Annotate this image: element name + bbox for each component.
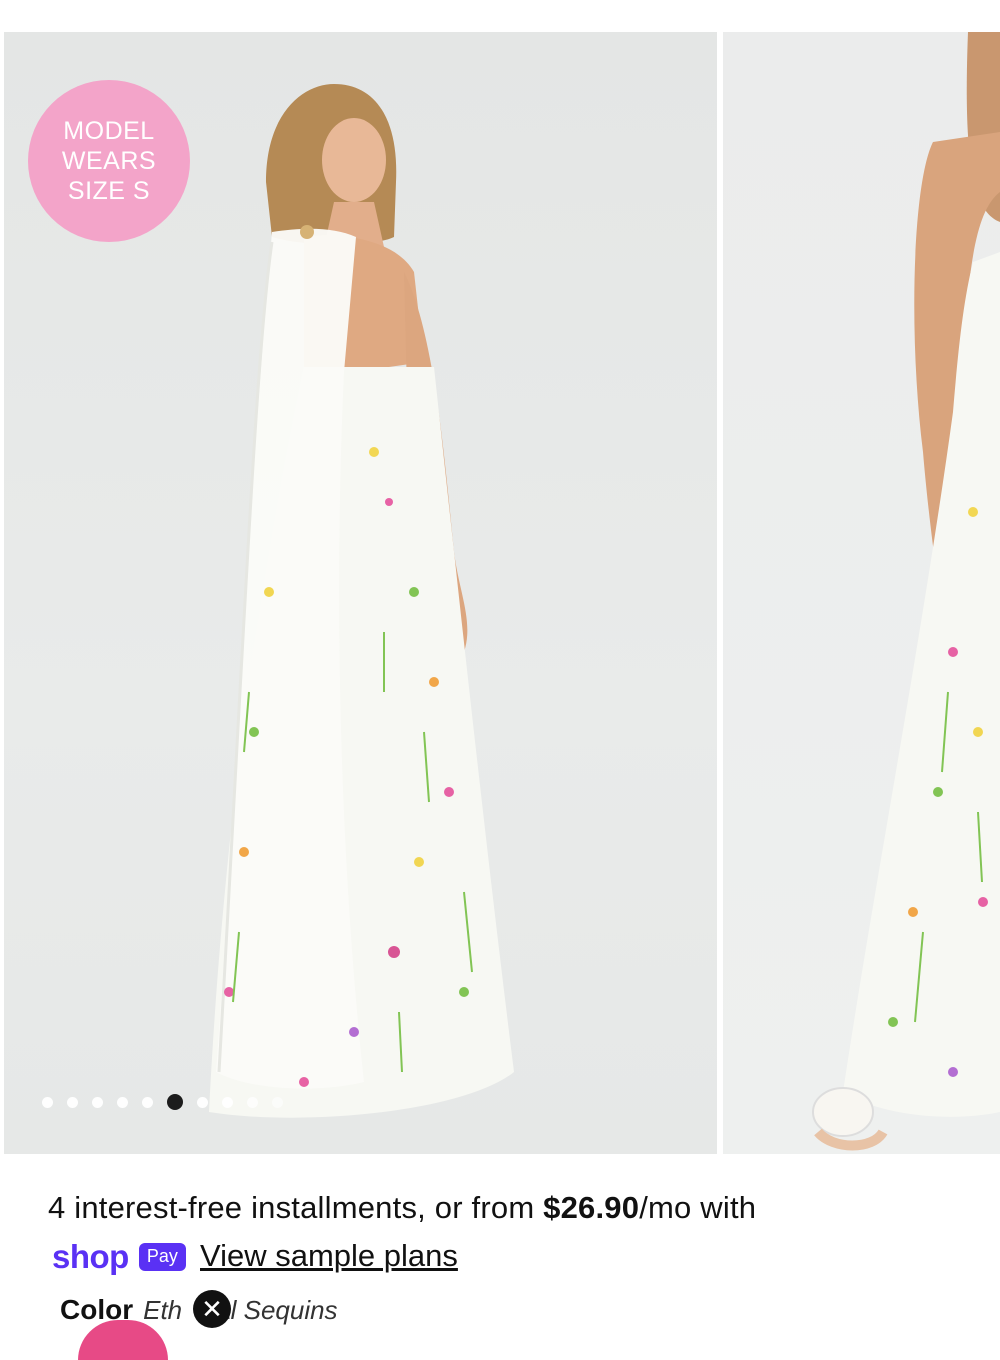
color-value-end: al Sequins bbox=[216, 1295, 338, 1325]
product-purchase-info: 4 interest-free installments, or from $2… bbox=[0, 1154, 1000, 1333]
badge-line-3: SIZE S bbox=[67, 177, 151, 205]
pagination-dot[interactable] bbox=[222, 1096, 233, 1108]
pagination-dot[interactable] bbox=[42, 1096, 53, 1108]
pagination-dot[interactable] bbox=[197, 1096, 208, 1108]
badge-line-1: MODEL bbox=[63, 117, 155, 145]
model-photo-front bbox=[812, 32, 1000, 1151]
pagination-dot[interactable] bbox=[92, 1096, 103, 1108]
view-sample-plans-link[interactable]: View sample plans bbox=[200, 1238, 458, 1274]
shop-pay-wordmark: shop bbox=[52, 1238, 129, 1275]
installments-text: 4 interest-free installments, or from $2… bbox=[48, 1190, 756, 1226]
pagination-dot[interactable] bbox=[117, 1096, 128, 1108]
pagination-dot[interactable] bbox=[272, 1096, 283, 1108]
pagination-dot[interactable] bbox=[67, 1096, 78, 1108]
shop-pay-logo: shop Pay bbox=[52, 1238, 186, 1276]
badge-line-2: WEARS bbox=[61, 147, 157, 175]
installments-prefix: 4 interest-free installments, or from bbox=[48, 1190, 544, 1225]
color-value: Eth al Sequins bbox=[143, 1295, 337, 1325]
product-image-gallery[interactable]: MODEL WEARS SIZE S bbox=[0, 32, 1000, 1154]
pagination-dot[interactable] bbox=[142, 1096, 153, 1108]
shop-pay-pill: Pay bbox=[138, 1243, 186, 1271]
installments-price: $26.90 bbox=[543, 1190, 640, 1225]
gallery-pagination[interactable] bbox=[42, 1092, 283, 1112]
installments-suffix: /mo with bbox=[639, 1190, 757, 1225]
product-image-next[interactable] bbox=[723, 32, 1000, 1154]
pagination-dot[interactable] bbox=[247, 1096, 258, 1108]
close-icon[interactable]: ✕ bbox=[193, 1290, 231, 1328]
model-size-badge: MODEL WEARS SIZE S bbox=[28, 80, 190, 242]
pagination-dot-active[interactable] bbox=[167, 1094, 183, 1110]
color-value-start: Eth bbox=[143, 1295, 183, 1325]
product-image-main[interactable]: MODEL WEARS SIZE S bbox=[4, 32, 717, 1154]
